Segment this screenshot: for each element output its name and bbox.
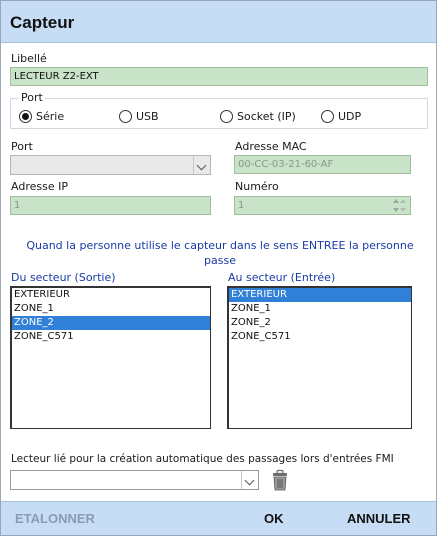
list-item[interactable]: ZONE_2 <box>229 316 411 330</box>
numero-stepper[interactable]: 1 <box>234 196 411 215</box>
list-item[interactable]: EXTERIEUR <box>12 288 210 302</box>
radio-serie[interactable] <box>19 110 32 123</box>
radio-udp-label: UDP <box>338 110 362 123</box>
radio-socket-ip[interactable] <box>220 110 233 123</box>
dialog-header: Capteur <box>1 1 436 43</box>
mac-input[interactable]: 00-CC-03-21-60-AF <box>234 155 411 174</box>
cancel-button[interactable]: ANNULER <box>347 511 411 526</box>
mac-label: Adresse MAC <box>235 140 307 153</box>
from-sector-list[interactable]: EXTERIEUR ZONE_1 ZONE_2 ZONE_C571 <box>10 286 211 429</box>
numero-value: 1 <box>238 200 245 211</box>
list-item[interactable]: ZONE_C571 <box>229 330 411 344</box>
dialog-footer: ETALONNER OK ANNULER <box>1 501 436 535</box>
from-sector-label: Du secteur (Sortie) <box>11 271 116 284</box>
radio-socket-ip-label: Socket (IP) <box>237 110 296 123</box>
ok-button[interactable]: OK <box>264 511 284 526</box>
list-item[interactable]: ZONE_1 <box>229 302 411 316</box>
port-group-legend: Port <box>19 91 45 104</box>
to-sector-label: Au secteur (Entrée) <box>228 271 336 284</box>
spinner-arrows-icon[interactable] <box>392 198 408 213</box>
radio-udp[interactable] <box>321 110 334 123</box>
port-label: Port <box>11 140 33 153</box>
dialog-title: Capteur <box>10 13 75 32</box>
to-sector-list[interactable]: EXTERIEUR ZONE_1 ZONE_2 ZONE_C571 <box>227 286 412 429</box>
chevron-down-icon[interactable] <box>193 156 210 174</box>
calibrate-button[interactable]: ETALONNER <box>15 511 95 526</box>
radio-serie-label: Série <box>36 110 65 123</box>
ip-label: Adresse IP <box>11 180 68 193</box>
linked-reader-select[interactable] <box>10 470 259 490</box>
port-group <box>10 98 428 129</box>
libelle-label: Libellé <box>11 52 47 65</box>
numero-label: Numéro <box>235 180 279 193</box>
chevron-down-icon[interactable] <box>241 471 258 489</box>
linked-reader-label: Lecteur lié pour la création automatique… <box>11 453 394 465</box>
list-item[interactable]: ZONE_C571 <box>12 330 210 344</box>
direction-message: Quand la personne utilise le capteur dan… <box>26 239 414 267</box>
radio-usb[interactable] <box>119 110 132 123</box>
list-item[interactable]: ZONE_1 <box>12 302 210 316</box>
port-select[interactable] <box>10 155 211 175</box>
trash-icon[interactable] <box>270 469 290 491</box>
ip-input[interactable]: 1 <box>10 196 211 215</box>
list-item-selected[interactable]: EXTERIEUR <box>229 288 411 302</box>
list-item-selected[interactable]: ZONE_2 <box>12 316 210 330</box>
libelle-input[interactable]: LECTEUR Z2-EXT <box>10 67 428 86</box>
radio-usb-label: USB <box>136 110 159 123</box>
